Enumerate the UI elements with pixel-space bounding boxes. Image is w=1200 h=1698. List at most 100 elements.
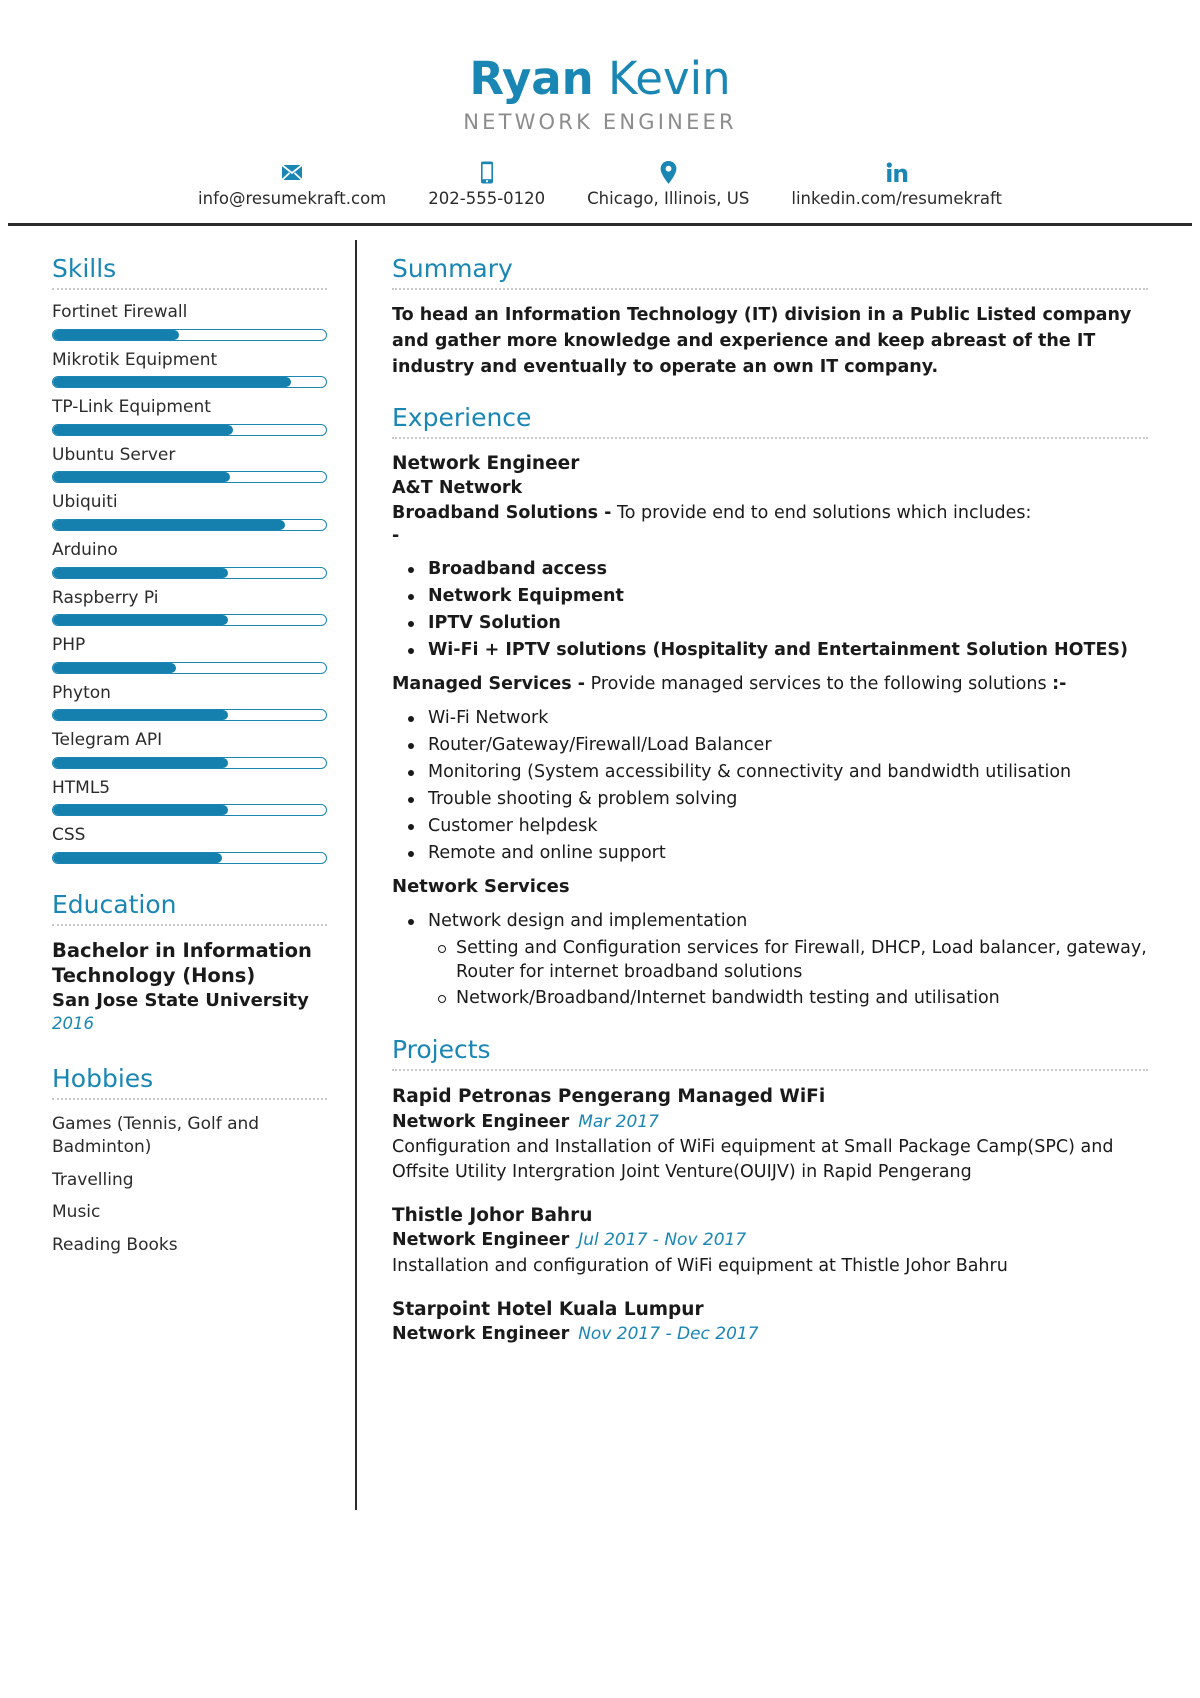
project-item: Starpoint Hotel Kuala Lumpur Network Engi… [392, 1297, 1148, 1347]
skill-label: Mikrotik Equipment [52, 349, 218, 370]
education-school: San Jose State University [52, 989, 309, 1011]
education-heading: Education [52, 889, 177, 919]
skill-item: Telegram API [52, 731, 327, 769]
projects-rule [392, 1069, 1148, 1072]
skill-progress-track [52, 566, 327, 579]
managed-items-list: Wi-Fi Network Router/Gateway/Firewall/Loa… [392, 706, 1148, 865]
skill-label: Fortinet Firewall [52, 302, 188, 323]
skill-progress-track [52, 423, 327, 436]
project-meta: Network Engineer Nov 2017 - Dec 2017 [392, 1322, 1148, 1346]
skill-item: Fortinet Firewall [52, 303, 327, 341]
skill-progress-fill [53, 377, 291, 388]
skill-progress-track [52, 851, 327, 864]
project-item: Thistle Johor Bahru Network Engineer Jul 2… [392, 1203, 1148, 1279]
managed-services-text: Provide managed services to the followin… [585, 674, 1053, 695]
skill-item: TP-Link Equipment [52, 398, 327, 436]
skill-label: PHP [52, 635, 86, 656]
projects-section: Projects Rapid Petronas Pengerang Manage… [392, 1035, 1148, 1346]
broadband-dash: - [392, 526, 400, 547]
contact-phone[interactable]: 202-555-0120 [407, 160, 566, 208]
experience-rule [392, 436, 1148, 439]
skill-label: Raspberry Pi [52, 587, 159, 608]
contact-linkedin-text: linkedin.com/resumekraft [791, 189, 1002, 209]
education-entry: Bachelor in Information Technology (Hons… [52, 939, 327, 1036]
list-item: Router/Gateway/Firewall/Load Balancer [408, 733, 1148, 758]
list-item: Wi-Fi Network [408, 706, 1148, 731]
skill-label: Telegram API [52, 730, 163, 751]
project-title: Starpoint Hotel Kuala Lumpur [392, 1298, 704, 1320]
skill-progress-fill [53, 710, 228, 721]
education-rule [52, 923, 327, 926]
network-services-sublist: Setting and Configuration services for F… [426, 936, 1148, 1012]
hobbies-list: Games (Tennis, Golf and Badminton) Travel… [52, 1113, 327, 1257]
skill-progress-track [52, 614, 327, 627]
network-services-list: Network design and implementation Setting… [392, 909, 1148, 1011]
hobbies-heading: Hobbies [52, 1064, 154, 1094]
managed-services-label: Managed Services - [392, 674, 586, 695]
skill-progress-track [52, 376, 327, 389]
skill-item: Ubiquiti [52, 493, 327, 531]
project-meta: Network Engineer Jul 2017 - Nov 2017 [392, 1228, 1148, 1252]
skill-progress-track [52, 709, 327, 722]
hobby-item: Travelling [52, 1169, 134, 1190]
skill-progress-track [52, 804, 327, 817]
list-item: Customer helpdesk [408, 814, 1148, 839]
resume-page: Ryan Kevin NETWORK ENGINEER info@resumek… [0, 0, 1200, 1698]
resume-header: Ryan Kevin NETWORK ENGINEER info@resumek… [0, 0, 1200, 227]
skill-label: Ubiquiti [52, 492, 118, 513]
contact-location[interactable]: Chicago, Illinois, US [566, 160, 770, 208]
contact-location-text: Chicago, Illinois, US [587, 189, 750, 209]
skill-item: Ubuntu Server [52, 444, 327, 484]
skill-item: CSS [52, 826, 327, 864]
skill-item: HTML5 [52, 777, 327, 817]
candidate-name: Ryan Kevin [0, 55, 1200, 102]
skill-progress-track [52, 328, 327, 341]
main-content: Summary To head an Information Technolog… [357, 226, 1200, 1510]
sub-list-item: Network/Broadband/Internet bandwidth tes… [438, 986, 1148, 1011]
managed-services-suffix: :- [1052, 674, 1067, 695]
page-title: NETWORK ENGINEER [463, 110, 737, 135]
experience-company: A&T Network [392, 477, 523, 498]
skill-label: TP-Link Equipment [52, 397, 211, 418]
skills-section: Skills Fortinet Firewall Mikrotik Equipme… [52, 254, 327, 864]
skill-item: PHP [52, 636, 327, 674]
skill-progress-fill [53, 424, 234, 435]
skill-label: HTML5 [52, 777, 111, 798]
skill-progress-fill [53, 329, 179, 340]
sidebar: Skills Fortinet Firewall Mikrotik Equipme… [0, 226, 355, 1510]
education-degree: Bachelor in Information Technology (Hons… [52, 938, 312, 987]
hobbies-section: Hobbies Games (Tennis, Golf and Badminto… [52, 1064, 327, 1257]
project-role: Network Engineer [392, 1230, 570, 1251]
project-title: Rapid Petronas Pengerang Managed WiFi [392, 1086, 826, 1108]
contact-email[interactable]: info@resumekraft.com [177, 160, 407, 208]
skill-progress-fill [53, 852, 223, 863]
projects-heading: Projects [392, 1035, 491, 1065]
location-pin-icon [660, 160, 677, 184]
last-name: Kevin [608, 52, 731, 105]
skill-item: Raspberry Pi [52, 587, 327, 627]
linkedin-icon [886, 160, 908, 184]
network-services-label: Network Services [392, 876, 570, 898]
skill-label: Phyton [52, 682, 111, 703]
contact-phone-text: 202-555-0120 [428, 189, 546, 209]
list-item: Wi-Fi + IPTV solutions (Hospitality and … [408, 638, 1148, 663]
first-name: Ryan [469, 52, 594, 105]
list-item: Monitoring (System accessibility & conne… [408, 760, 1148, 785]
skill-label: CSS [52, 825, 86, 846]
hobby-item: Reading Books [52, 1234, 178, 1255]
skill-item: Phyton [52, 682, 327, 722]
skill-progress-fill [53, 757, 228, 768]
project-description: Installation and configuration of WiFi e… [392, 1255, 1008, 1276]
experience-role: Network Engineer [392, 452, 580, 474]
skills-heading: Skills [52, 254, 117, 284]
skill-item: Arduino [52, 540, 327, 579]
project-title: Thistle Johor Bahru [392, 1204, 593, 1226]
skill-progress-fill [53, 519, 286, 530]
list-item: Remote and online support [408, 841, 1148, 866]
contact-linkedin[interactable]: linkedin.com/resumekraft [770, 160, 1023, 208]
skill-label: Ubuntu Server [52, 444, 176, 465]
skill-progress-fill [53, 567, 228, 578]
skill-progress-track [52, 756, 327, 769]
summary-rule [392, 288, 1148, 291]
summary-section: Summary To head an Information Technolog… [392, 254, 1148, 381]
